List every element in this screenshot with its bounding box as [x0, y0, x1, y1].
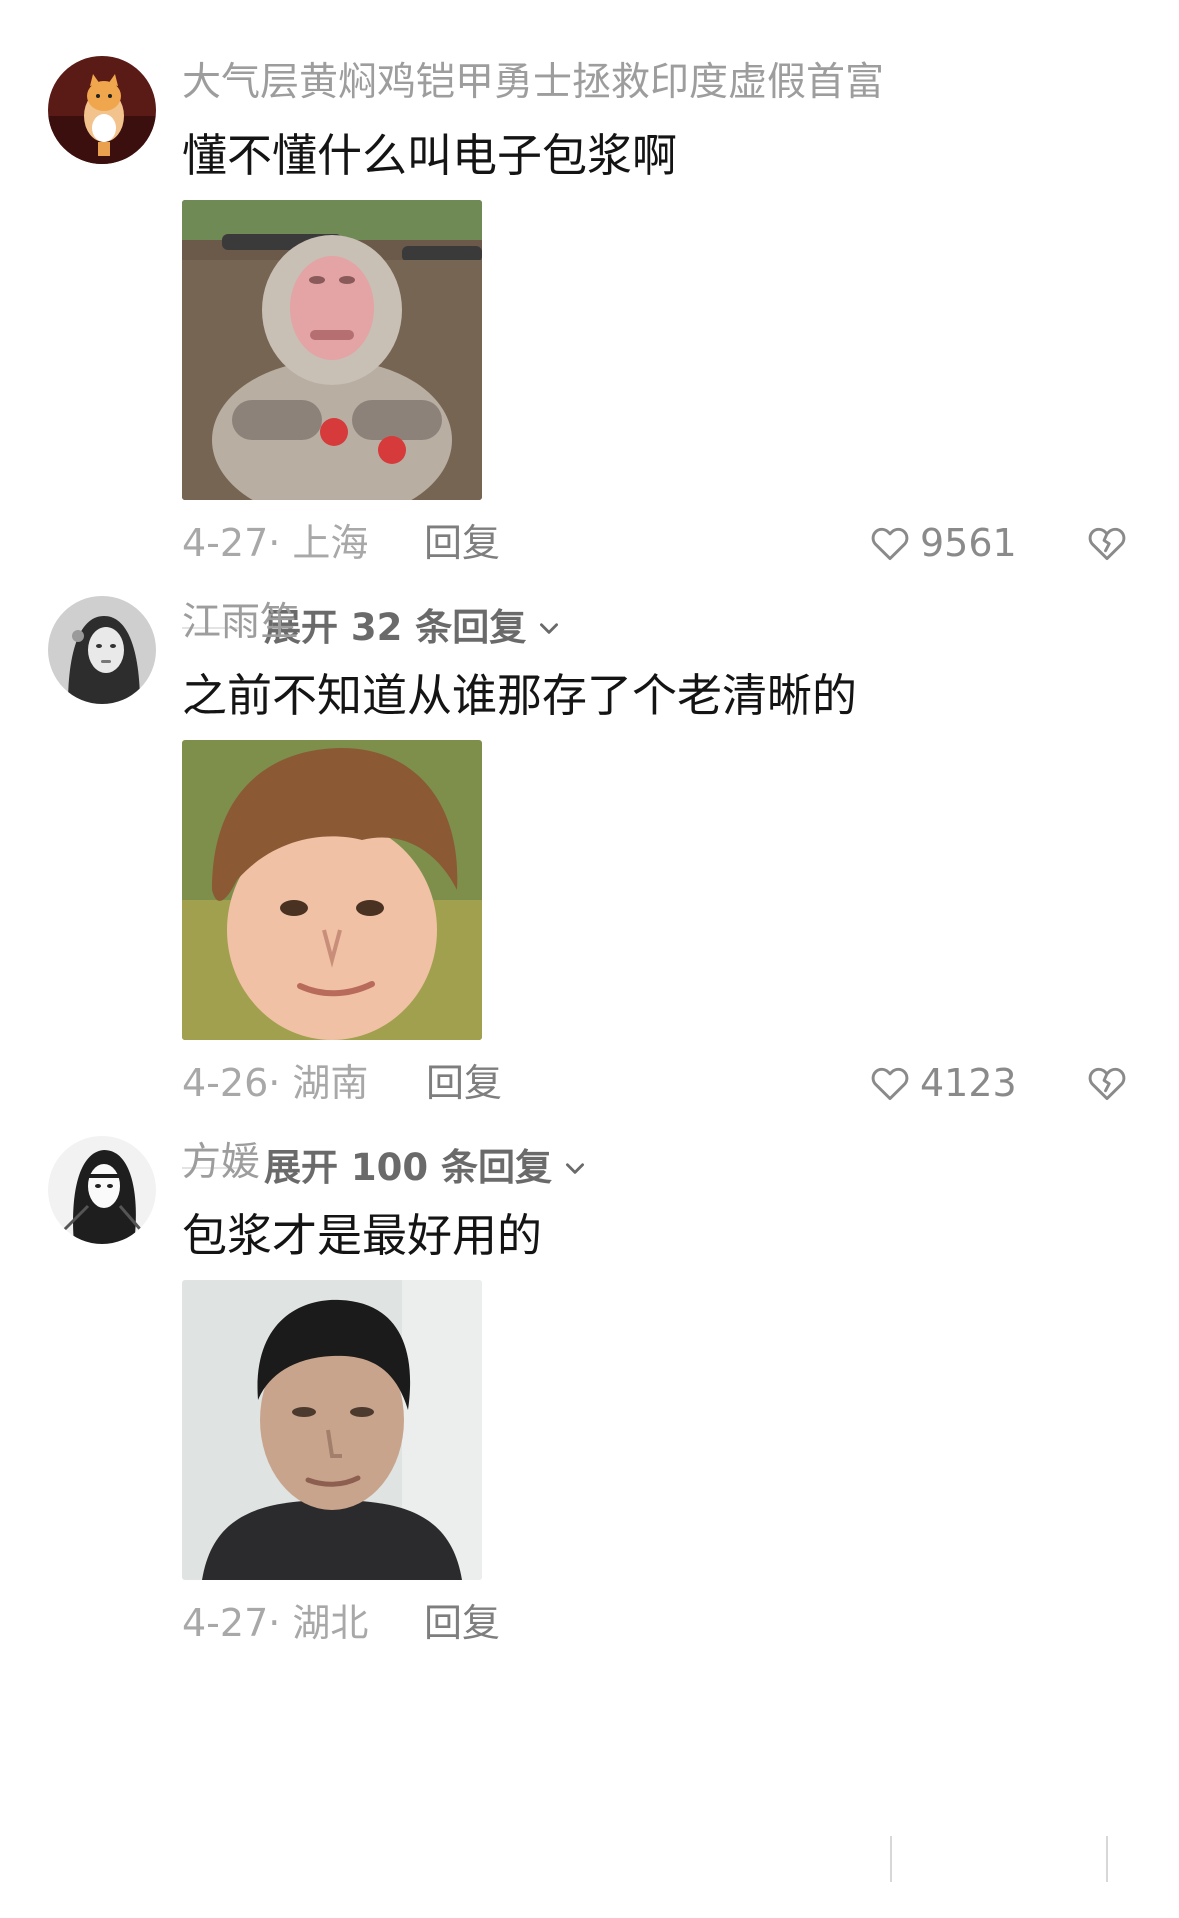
comment-date-location: 4-27· 上海: [182, 521, 369, 565]
dislike-button[interactable]: [1082, 1058, 1132, 1108]
comment-text: 包浆才是最好用的: [182, 1209, 543, 1262]
smirking-boy-meme-image: [182, 740, 482, 1040]
username[interactable]: 方媛: [182, 1138, 260, 1188]
avatar[interactable]: [48, 56, 156, 164]
like-count: 9561: [920, 521, 1017, 565]
username[interactable]: 大气层黄焖鸡铠甲勇士拯救印度虚假首富: [182, 58, 884, 108]
cat-avatar-image: [48, 56, 156, 164]
manga-character-avatar-image: [48, 1136, 156, 1244]
girl-sketch-avatar-image: [48, 596, 156, 704]
reply-button[interactable]: 回复: [424, 518, 500, 568]
username[interactable]: 江雨笙: [182, 598, 299, 648]
monkey-meme-image: [182, 200, 482, 500]
comment-sticker-image[interactable]: [182, 200, 482, 500]
avatar[interactable]: [48, 596, 156, 704]
comment-text: 之前不知道从谁那存了个老清晰的: [182, 669, 858, 722]
like-button[interactable]: 4123: [868, 1058, 1017, 1108]
man-portrait-meme-image: [182, 1280, 482, 1580]
comment-date-location: 4-26· 湖南: [182, 1061, 369, 1105]
scroll-edge-mark: [1106, 1836, 1108, 1882]
heart-outline-icon: [871, 527, 909, 561]
like-count: 4123: [920, 1061, 1017, 1105]
like-button[interactable]: 9561: [868, 518, 1017, 568]
scroll-edge-mark: [890, 1836, 892, 1882]
reply-button[interactable]: 回复: [426, 1058, 502, 1108]
comment-sticker-image[interactable]: [182, 740, 482, 1040]
reply-button[interactable]: 回复: [424, 1598, 500, 1648]
comment-date-location: 4-27· 湖北: [182, 1601, 369, 1645]
comment-text: 懂不懂什么叫电子包浆啊: [182, 129, 678, 182]
comment-item: 方媛 包浆才是最好用的 4-27· 湖北 回复: [0, 1136, 1179, 1776]
dislike-button[interactable]: [1082, 518, 1132, 568]
avatar[interactable]: [48, 1136, 156, 1244]
comment-sticker-image[interactable]: [182, 1280, 482, 1580]
heart-outline-icon: [871, 1067, 909, 1101]
broken-heart-icon: [1088, 1067, 1126, 1101]
broken-heart-icon: [1088, 527, 1126, 561]
